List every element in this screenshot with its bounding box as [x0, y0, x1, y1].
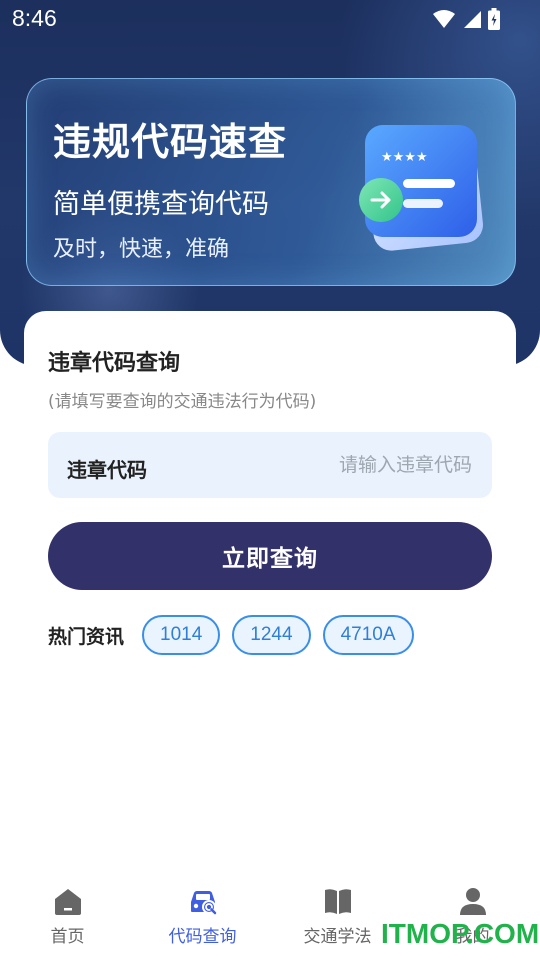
query-hint: (请填写要查询的交通违法行为代码)	[48, 392, 317, 412]
banner-title: 违规代码速查	[53, 120, 288, 164]
banner-tagline: 及时，快速，准确	[53, 237, 230, 262]
banner-subtitle: 简单便携查询代码	[53, 189, 269, 220]
home-icon	[54, 889, 81, 915]
battery-icon	[488, 8, 500, 30]
site-watermark: ITMOP.COM	[381, 918, 540, 949]
app-screen: 8:46 违规代码速查 简单便携查询代码 及时，快速，准确 ★★★★ 违章代码查…	[0, 0, 540, 960]
query-title: 违章代码查询	[48, 351, 181, 376]
query-now-button[interactable]: 立即查询	[48, 522, 492, 590]
query-card: 违章代码查询 (请填写要查询的交通违法行为代码) 违章代码 立即查询 热门资讯 …	[24, 311, 516, 671]
violation-code-row: 违章代码	[48, 432, 492, 498]
hot-tag[interactable]: 1244	[232, 615, 311, 655]
status-time: 8:46	[12, 5, 57, 31]
status-bar: 8:46	[0, 0, 540, 38]
nav-item-home[interactable]: 首页	[0, 886, 135, 956]
hot-tag[interactable]: 4710A	[322, 615, 414, 655]
hot-tag[interactable]: 1014	[142, 615, 221, 655]
hot-news-row: 热门资讯 1014 1244 4710A	[48, 615, 426, 655]
status-icons	[432, 8, 500, 30]
violation-code-input[interactable]	[254, 446, 474, 484]
nav-item-code-query[interactable]: 代码查询	[135, 886, 270, 956]
book-icon	[324, 889, 351, 914]
wifi-icon	[433, 10, 455, 28]
car-search-icon	[190, 891, 216, 915]
stars-text: ★★★★	[381, 150, 428, 165]
code-card-illustration: ★★★★	[359, 125, 483, 251]
promo-banner: 违规代码速查 简单便携查询代码 及时，快速，准确 ★★★★	[26, 78, 516, 286]
hot-news-label: 热门资讯	[48, 625, 125, 648]
nav-label-code-query: 代码查询	[168, 927, 237, 947]
signal-icon	[464, 11, 481, 28]
violation-code-label: 违章代码	[67, 458, 147, 482]
nav-label-home: 首页	[50, 927, 85, 947]
user-icon	[459, 888, 486, 915]
